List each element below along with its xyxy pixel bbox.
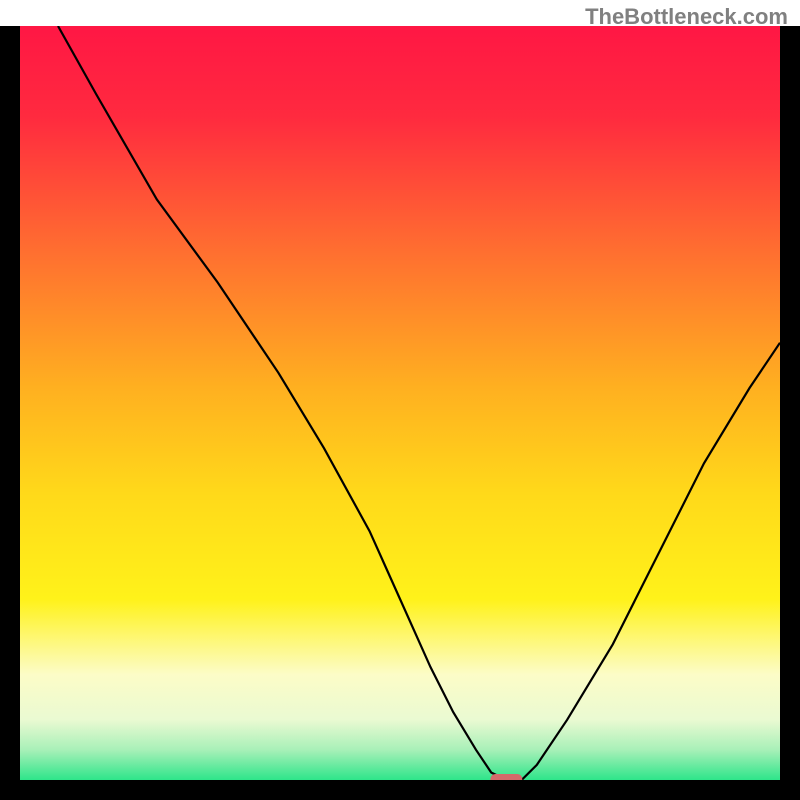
optimal-marker [490, 774, 522, 780]
chart-frame [0, 26, 800, 800]
bottleneck-chart [20, 26, 780, 780]
gradient-background [20, 26, 780, 780]
watermark-text: TheBottleneck.com [585, 4, 788, 30]
